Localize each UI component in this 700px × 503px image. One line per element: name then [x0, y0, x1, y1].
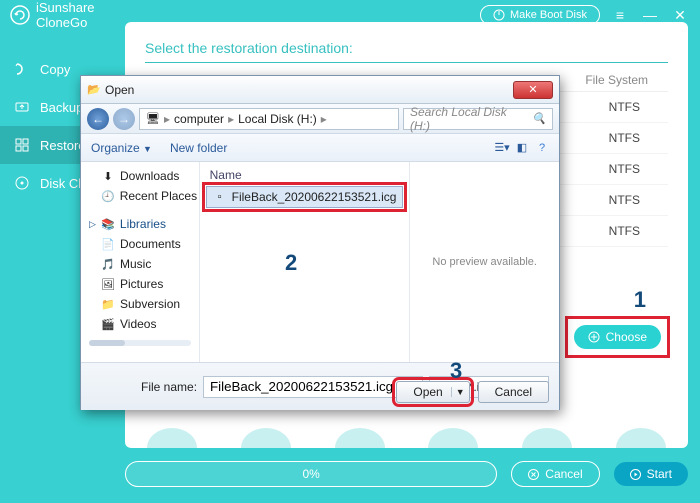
make-boot-label: Make Boot Disk: [510, 9, 587, 21]
annotation-1: 1: [634, 287, 646, 313]
power-icon: [493, 9, 505, 21]
plus-icon: [588, 331, 600, 343]
open-button[interactable]: Open▼: [396, 381, 469, 403]
diskclone-icon: [14, 175, 30, 191]
new-folder-button[interactable]: New folder: [170, 141, 227, 155]
navpane-recent[interactable]: 🕘Recent Places: [81, 186, 199, 206]
navpane-pictures[interactable]: 🖼Pictures: [81, 274, 199, 294]
app-window: iSunshare CloneGo Make Boot Disk ≡ — ✕ C…: [0, 0, 700, 503]
breadcrumb-computer[interactable]: computer: [174, 112, 224, 126]
sidebar-label: Restore: [40, 138, 86, 153]
navpane-music[interactable]: 🎵Music: [81, 254, 199, 274]
x-icon: [528, 469, 539, 480]
dialog-actions: Open▼ Cancel: [396, 381, 549, 403]
app-logo: iSunshare CloneGo: [10, 0, 95, 30]
column-name[interactable]: Name: [206, 166, 404, 186]
start-button[interactable]: Start: [614, 462, 688, 486]
subversion-icon: 📁: [101, 297, 115, 311]
bottom-bar: 0% Cancel Start: [125, 455, 688, 493]
dialog-toolbar: Organize ▼ New folder ☰▾ ◧ ?: [81, 134, 559, 162]
close-button[interactable]: ✕: [670, 7, 690, 24]
file-entry-selected[interactable]: ▫ FileBack_20200622153521.icg: [206, 186, 404, 208]
navpane-libraries[interactable]: ▷📚Libraries: [81, 214, 199, 234]
navpane-subversion[interactable]: 📁Subversion: [81, 294, 199, 314]
search-icon: 🔍: [532, 112, 546, 126]
breadcrumb[interactable]: 🖥 ▸ computer ▸ Local Disk (H:) ▸: [139, 108, 399, 130]
filename-label: File name:: [141, 380, 197, 394]
dialog-navbar: ← → 🖥 ▸ computer ▸ Local Disk (H:) ▸ Sea…: [81, 104, 559, 134]
file-list: Name ▫ FileBack_20200622153521.icg: [200, 162, 411, 362]
help-button[interactable]: ?: [535, 141, 549, 155]
navpane-videos[interactable]: 🎬Videos: [81, 314, 199, 334]
navpane-scrollbar[interactable]: [89, 340, 191, 346]
col-filesystem: File System: [585, 73, 668, 87]
recent-icon: 🕘: [101, 189, 115, 203]
copy-icon: [14, 61, 30, 77]
organize-menu[interactable]: Organize ▼: [91, 141, 152, 155]
breadcrumb-drive[interactable]: Local Disk (H:): [238, 112, 317, 126]
preview-pane-button[interactable]: ◧: [515, 141, 529, 155]
libraries-icon: 📚: [101, 217, 115, 231]
nav-back-button[interactable]: ←: [87, 108, 109, 130]
nav-pane: ⬇Downloads 🕘Recent Places ▷📚Libraries 📄D…: [81, 162, 200, 362]
preview-pane: No preview available.: [410, 162, 559, 362]
nav-forward-button[interactable]: →: [113, 108, 135, 130]
open-dialog-icon: 📂: [87, 83, 101, 97]
pictures-icon: 🖼: [101, 277, 115, 291]
documents-icon: 📄: [101, 237, 115, 251]
menu-icon[interactable]: ≡: [610, 7, 630, 23]
cancel-button[interactable]: Cancel: [511, 461, 599, 487]
dialog-body: ⬇Downloads 🕘Recent Places ▷📚Libraries 📄D…: [81, 162, 559, 362]
annotation-3: 3: [450, 358, 462, 384]
computer-icon: 🖥: [146, 112, 160, 126]
view-mode-button[interactable]: ☰▾: [495, 141, 509, 155]
cancel-button-dialog[interactable]: Cancel: [478, 381, 549, 403]
restore-icon: [14, 137, 30, 153]
search-input[interactable]: Search Local Disk (H:) 🔍: [403, 108, 553, 130]
clonego-icon: [10, 5, 30, 25]
annotation-2: 2: [285, 250, 297, 276]
file-icon: ▫: [213, 190, 227, 204]
sidebar-label: Backup: [40, 100, 83, 115]
progress-bar: 0%: [125, 461, 497, 487]
brand-line1: iSunshare: [36, 0, 95, 15]
navpane-documents[interactable]: 📄Documents: [81, 234, 199, 254]
brand-line2: CloneGo: [36, 15, 95, 30]
navpane-downloads[interactable]: ⬇Downloads: [81, 166, 199, 186]
dialog-title: Open: [105, 83, 134, 97]
file-name: FileBack_20200622153521.icg: [232, 190, 397, 204]
open-dropdown-icon[interactable]: ▼: [451, 387, 465, 397]
music-icon: 🎵: [101, 257, 115, 271]
open-file-dialog: 📂 Open ✕ ← → 🖥 ▸ computer ▸ Local Disk (…: [80, 75, 560, 410]
backup-icon: [14, 99, 30, 115]
annotation-box-1: Choose: [565, 316, 670, 358]
choose-label: Choose: [606, 330, 647, 344]
dialog-close-button[interactable]: ✕: [513, 81, 553, 99]
search-placeholder: Search Local Disk (H:): [410, 105, 528, 133]
dialog-titlebar[interactable]: 📂 Open ✕: [81, 76, 559, 104]
sidebar-label: Copy: [40, 62, 70, 77]
play-icon: [630, 469, 641, 480]
videos-icon: 🎬: [101, 317, 115, 331]
filename-input[interactable]: [203, 376, 423, 398]
minimize-button[interactable]: —: [640, 7, 660, 23]
downloads-icon: ⬇: [101, 169, 115, 183]
page-heading: Select the restoration destination:: [145, 40, 668, 63]
choose-button[interactable]: Choose: [574, 325, 661, 349]
